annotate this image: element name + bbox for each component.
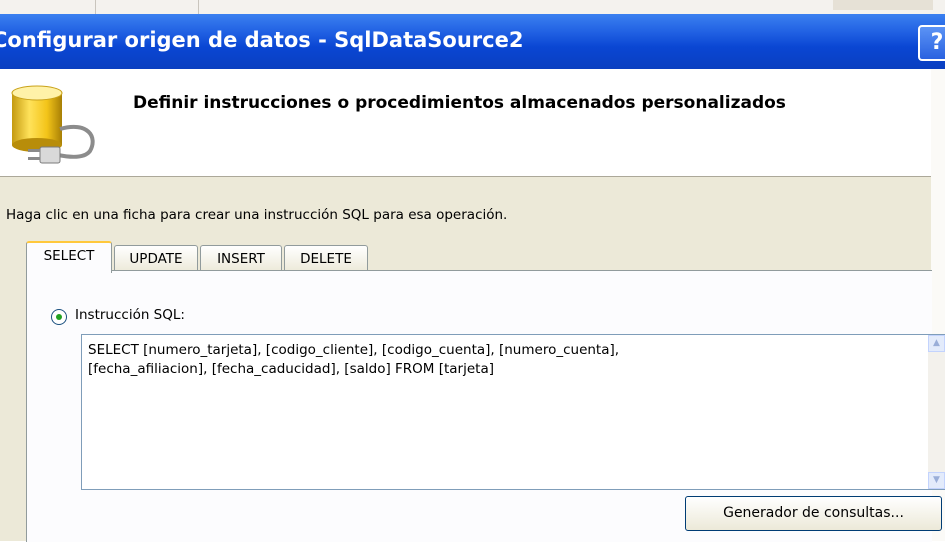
help-button[interactable]: ? [918, 25, 945, 61]
header-panel: Definir instrucciones o procedimientos a… [0, 69, 931, 177]
radio-selected-dot [56, 314, 62, 320]
scroll-down-icon[interactable]: ▼ [928, 472, 945, 489]
tab-delete[interactable]: DELETE [284, 245, 368, 272]
sql-statement-label: Instrucción SQL: [75, 307, 185, 323]
vertical-scrollbar[interactable]: ▲ ▼ [928, 335, 945, 489]
header-title: Definir instrucciones o procedimientos a… [133, 93, 786, 113]
title-bar[interactable]: Configurar origen de datos - SqlDataSour… [0, 14, 945, 69]
background-window-edge [0, 0, 945, 15]
tab-insert[interactable]: INSERT [200, 245, 282, 272]
tab-panel-select: Instrucción SQL: SELECT [numero_tarjeta]… [26, 270, 945, 542]
instruction-text: Haga clic en una ficha para crear una in… [6, 207, 508, 223]
tab-update[interactable]: UPDATE [114, 245, 198, 272]
dialog-body: Definir instrucciones o procedimientos a… [0, 69, 945, 542]
tab-select[interactable]: SELECT [26, 241, 112, 273]
scroll-up-icon[interactable]: ▲ [928, 335, 945, 352]
database-icon [6, 85, 110, 173]
sql-statement-radio[interactable] [51, 309, 67, 325]
window-title: Configurar origen de datos - SqlDataSour… [0, 28, 524, 52]
sql-text[interactable]: SELECT [numero_tarjeta], [codigo_cliente… [88, 341, 908, 379]
sql-textarea[interactable]: SELECT [numero_tarjeta], [codigo_cliente… [81, 334, 945, 490]
query-builder-button[interactable]: Generador de consultas... [685, 496, 942, 531]
